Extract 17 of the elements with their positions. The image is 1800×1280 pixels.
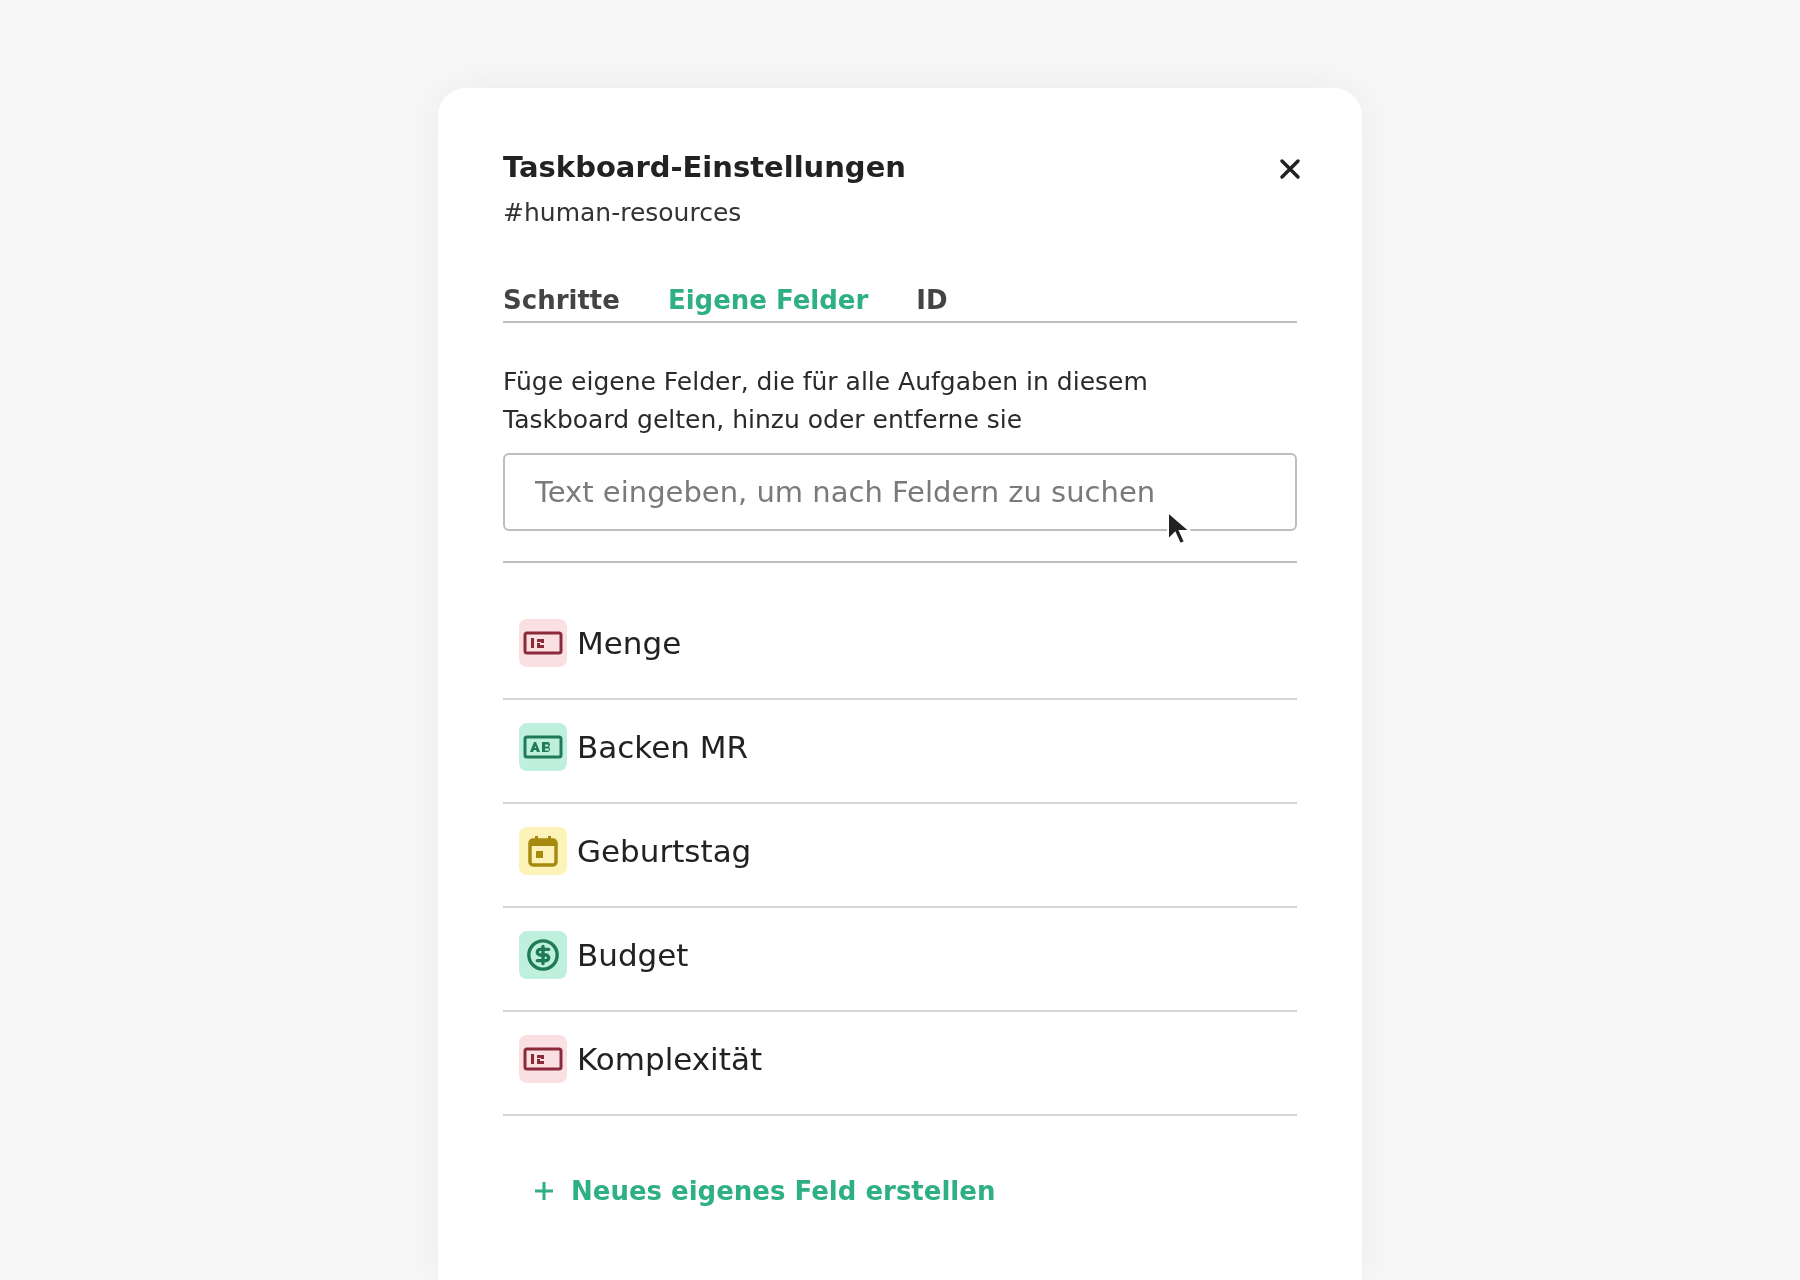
field-name: Menge <box>577 625 682 661</box>
text-field-icon <box>519 723 567 771</box>
tab[interactable]: Schritte <box>503 285 620 321</box>
field-name: Backen MR <box>577 729 748 765</box>
plus-icon <box>533 1180 555 1202</box>
currency-field-icon <box>519 931 567 979</box>
description-text: Füge eigene Felder, die für alle Aufgaben in diesem Taskboard gelten, hinzu oder entferne sie <box>503 366 1149 436</box>
field-name: Geburtstag <box>577 833 752 869</box>
number-field-icon <box>519 619 567 667</box>
channel-name: #human-resources <box>503 198 743 227</box>
tab[interactable]: ID <box>916 285 948 321</box>
field-name: Komplexität <box>577 1041 763 1077</box>
field-name: Budget <box>577 937 689 973</box>
date-field-icon <box>519 827 567 875</box>
number-field-icon <box>519 1035 567 1083</box>
dialog-title: Taskboard-Einstellungen <box>503 150 906 184</box>
search-field[interactable]: Text eingeben, um nach Feldern zu suchen <box>503 453 1297 531</box>
